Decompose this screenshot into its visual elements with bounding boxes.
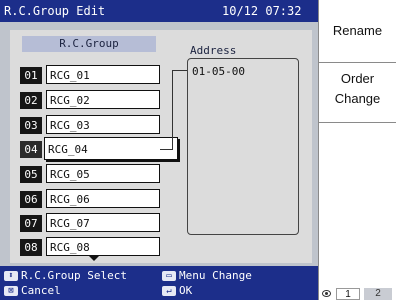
row-number: 08 (20, 239, 42, 256)
cancel-hint: ⊠ Cancel (4, 284, 61, 297)
enter-icon: ↵ (162, 285, 176, 296)
ok-hint: ↵ OK (162, 284, 192, 297)
row-number: 06 (20, 191, 42, 208)
cancel-icon: ⊠ (4, 285, 18, 296)
select-hint: ⬍ R.C.Group Select (4, 269, 127, 282)
row-number: 03 (20, 117, 42, 134)
rc-group-column-header: R.C.Group (22, 36, 156, 52)
page-1-tab[interactable]: 1 (336, 288, 360, 300)
rc-group-name[interactable]: RCG_07 (46, 213, 160, 232)
row-number: 04 (20, 141, 42, 158)
order-change-button[interactable]: Order Change (319, 63, 396, 123)
rename-button[interactable]: Rename (319, 0, 396, 63)
rc-group-name[interactable]: RCG_06 (46, 189, 160, 208)
rc-group-edit-screen: R.C.Group Edit 10/12 07:32 R.C.Group Add… (0, 0, 396, 300)
select-hint-label: R.C.Group Select (21, 269, 127, 282)
side-menu: Rename Order Change (318, 0, 396, 300)
row-number: 05 (20, 166, 42, 183)
screen-title: R.C.Group Edit (4, 4, 106, 18)
eye-icon (322, 290, 331, 297)
address-column-header: Address (190, 44, 237, 57)
cancel-label: Cancel (21, 284, 61, 297)
order-change-label-line2: Change (334, 91, 381, 106)
menu-change-label: Menu Change (179, 269, 252, 282)
row-number: 02 (20, 92, 42, 109)
rc-group-name[interactable]: RCG_05 (46, 164, 160, 183)
connector-line (172, 70, 188, 71)
row-number: 01 (20, 67, 42, 84)
connector-line (172, 70, 173, 150)
footer-help-bar: ⬍ R.C.Group Select ▭ Menu Change ⊠ Cance… (0, 266, 318, 300)
menu-button-icon: ▭ (162, 270, 176, 281)
menu-change-hint: ▭ Menu Change (162, 269, 252, 282)
scroll-down-icon[interactable] (89, 256, 99, 261)
page-2-tab[interactable]: 2 (364, 288, 392, 300)
row-number: 07 (20, 215, 42, 232)
rc-group-name[interactable]: RCG_08 (46, 237, 160, 256)
main-panel: R.C.Group Edit 10/12 07:32 R.C.Group Add… (0, 0, 318, 300)
title-bar: R.C.Group Edit 10/12 07:32 (0, 0, 318, 22)
ok-label: OK (179, 284, 193, 297)
up-down-arrows-icon: ⬍ (4, 270, 18, 281)
rc-group-name[interactable]: RCG_04 (44, 137, 178, 160)
rc-group-name[interactable]: RCG_01 (46, 65, 160, 84)
rc-group-name[interactable]: RCG_02 (46, 90, 160, 109)
rc-group-name[interactable]: RCG_03 (46, 115, 160, 134)
address-panel (187, 58, 299, 235)
order-change-label-line1: Order (340, 71, 375, 86)
connector-line (160, 149, 172, 150)
page-indicator: 1 2 (320, 288, 396, 300)
address-value: 01-05-00 (192, 65, 245, 78)
datetime-display: 10/12 07:32 (222, 4, 302, 18)
